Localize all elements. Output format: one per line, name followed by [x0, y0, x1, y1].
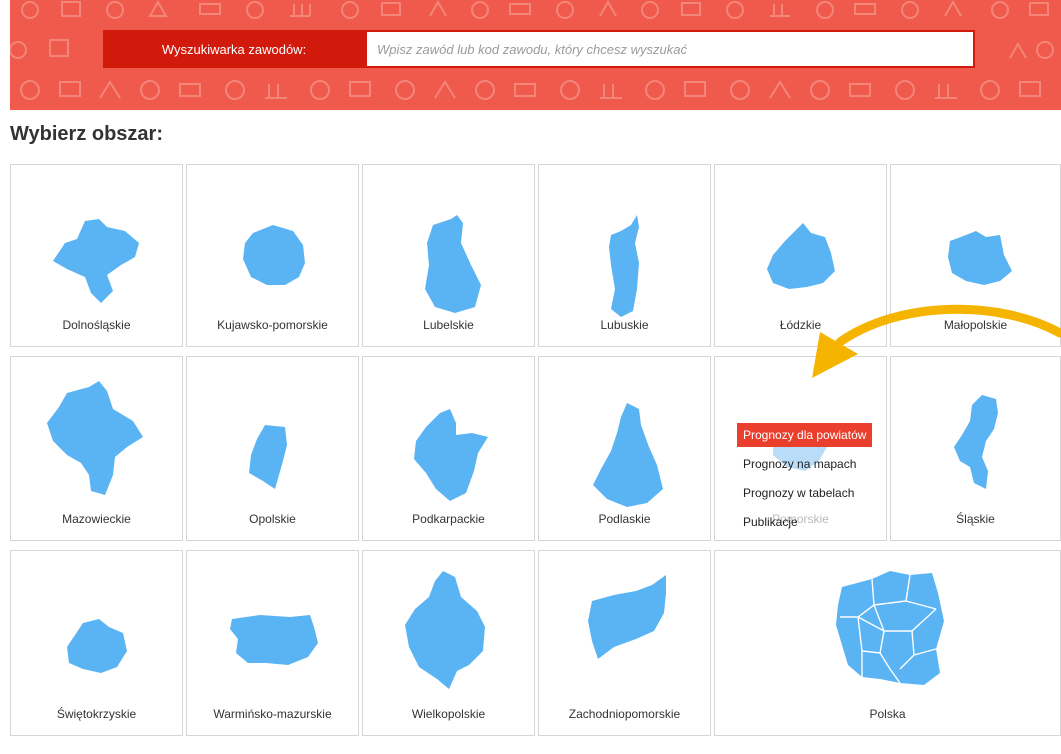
region-tile-warminsko-mazurskie[interactable]: Warmińsko-mazurskie — [186, 550, 359, 736]
menu-item-prognozy-w-tabelach[interactable]: Prognozy w tabelach — [737, 481, 872, 505]
region-label: Warmińsko-mazurskie — [213, 707, 332, 721]
region-tile-pomorskie[interactable]: Pomorskie Prognozy dla powiatów Prognozy… — [714, 356, 887, 541]
region-label: Zachodniopomorskie — [568, 707, 681, 721]
warminsko-mazurskie-map-icon — [229, 615, 318, 665]
region-tile-lubuskie[interactable]: Lubuskie — [538, 164, 711, 347]
region-tile-opolskie[interactable]: Opolskie — [186, 356, 359, 541]
region-label: Kujawsko-pomorskie — [217, 318, 328, 332]
region-label: Lubuskie — [600, 318, 649, 332]
lubelskie-map-icon — [424, 215, 481, 313]
kujawsko-pomorskie-map-icon — [242, 225, 305, 285]
region-label: Małopolskie — [943, 318, 1008, 332]
search-label: Wyszukiwarka zawodów: — [103, 30, 365, 68]
region-tile-slaskie[interactable]: Śląskie — [890, 356, 1061, 541]
opolskie-map-icon — [248, 425, 287, 489]
region-tile-lubelskie[interactable]: Lubelskie — [362, 164, 535, 347]
region-tile-podlaskie[interactable]: Podlaskie — [538, 356, 711, 541]
region-label: Dolnośląskie — [62, 318, 131, 332]
mazowieckie-map-icon — [46, 381, 143, 495]
region-tile-lodzkie[interactable]: Łódzkie — [714, 164, 887, 347]
region-label: Podkarpackie — [412, 512, 485, 526]
region-tile-dolnoslaskie[interactable]: Dolnośląskie — [10, 164, 183, 347]
region-label: Wielkopolskie — [411, 707, 486, 721]
menu-item-prognozy-dla-powiatow[interactable]: Prognozy dla powiatów — [737, 423, 873, 447]
region-tile-kujawsko-pomorskie[interactable]: Kujawsko-pomorskie — [186, 164, 359, 347]
region-label: Śląskie — [956, 512, 995, 526]
region-tile-podkarpackie[interactable]: Podkarpackie — [362, 356, 535, 541]
region-grid: Dolnośląskie Kujawsko-pomorskie Lubelski… — [10, 164, 1061, 736]
lodzkie-map-icon — [766, 223, 835, 289]
region-label: Podlaskie — [598, 512, 651, 526]
region-context-menu: Prognozy dla powiatów Prognozy na mapach… — [737, 423, 873, 539]
swietokrzyskie-map-icon — [66, 619, 127, 673]
podlaskie-map-icon — [592, 403, 663, 507]
slaskie-map-icon — [953, 395, 998, 489]
region-label: Polska — [869, 707, 906, 721]
wielkopolskie-map-icon — [404, 571, 485, 689]
region-label: Opolskie — [249, 512, 296, 526]
region-label: Mazowieckie — [62, 512, 131, 526]
menu-item-prognozy-na-mapach[interactable]: Prognozy na mapach — [737, 452, 872, 476]
region-label: Świętokrzyskie — [56, 707, 137, 721]
menu-item-publikacje[interactable]: Publikacje — [737, 510, 872, 534]
search-banner: Wyszukiwarka zawodów: — [10, 0, 1061, 110]
region-tile-malopolskie[interactable]: Małopolskie — [890, 164, 1061, 347]
malopolskie-map-icon — [947, 231, 1012, 285]
podkarpackie-map-icon — [413, 409, 488, 501]
dolnoslaskie-map-icon — [52, 219, 139, 303]
region-tile-polska[interactable]: Polska — [714, 550, 1061, 736]
poland-map-icon — [835, 571, 944, 685]
region-tile-swietokrzyskie[interactable]: Świętokrzyskie — [10, 550, 183, 736]
search-input[interactable] — [365, 30, 975, 68]
region-label: Łódzkie — [779, 318, 822, 332]
region-tile-wielkopolskie[interactable]: Wielkopolskie — [362, 550, 535, 736]
region-tile-zachodniopomorskie[interactable]: Zachodniopomorskie — [538, 550, 711, 736]
region-tile-mazowieckie[interactable]: Mazowieckie — [10, 356, 183, 541]
lubuskie-map-icon — [608, 215, 639, 317]
page-title: Wybierz obszar: — [10, 123, 163, 145]
zachodniopomorskie-map-icon — [587, 575, 666, 659]
region-label: Lubelskie — [423, 318, 474, 332]
